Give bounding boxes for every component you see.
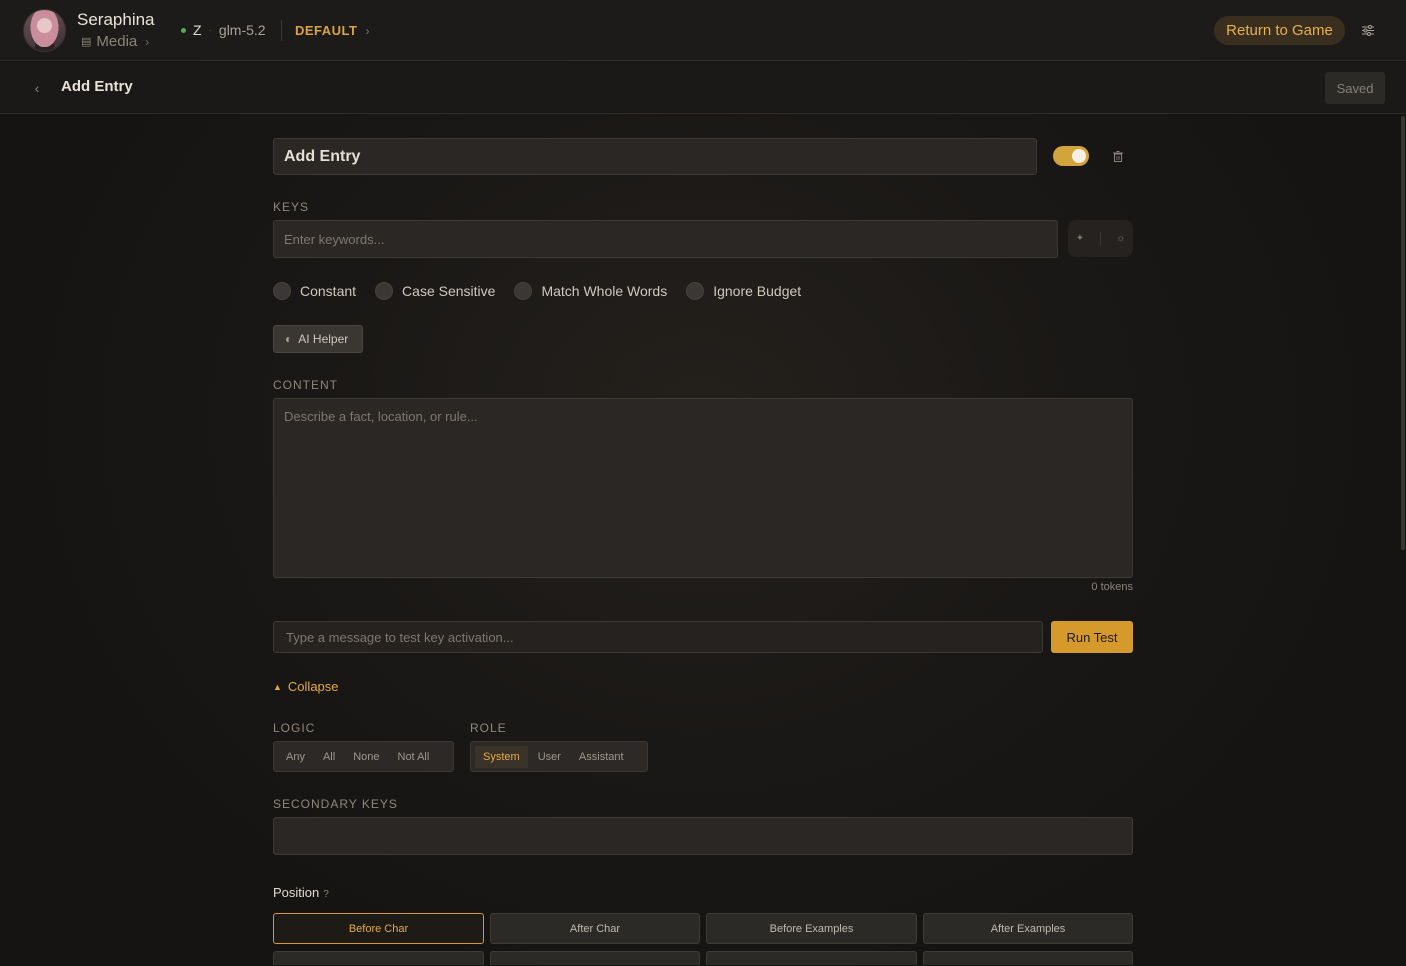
media-link[interactable]: ▤ Media ›	[81, 33, 149, 50]
return-to-game-button[interactable]: Return to Game	[1214, 16, 1345, 45]
logic-label: LOGIC	[273, 721, 316, 735]
page-title: Add Entry	[61, 78, 133, 95]
option-match-whole-words[interactable]: Match Whole Words	[514, 282, 667, 300]
scrollbar[interactable]	[1401, 116, 1405, 550]
role-option[interactable]: System	[475, 745, 528, 768]
secondary-keys-input[interactable]	[273, 817, 1133, 855]
position-before-char[interactable]: Before Char	[273, 913, 484, 944]
ai-helper-label: AI Helper	[298, 332, 349, 346]
chevron-right-icon: ›	[365, 23, 370, 38]
position-outlet[interactable]	[923, 951, 1133, 965]
media-label: Media	[96, 33, 138, 50]
content-label: CONTENT	[273, 378, 338, 392]
collapse-toggle[interactable]: ▲ Collapse	[273, 679, 339, 694]
position-at-depth[interactable]	[706, 951, 917, 965]
logic-selector: Any All None Not All	[273, 741, 454, 772]
position-before-examples[interactable]: Before Examples	[706, 913, 917, 944]
checkbox[interactable]	[686, 282, 705, 300]
position-after-char[interactable]: After Char	[490, 913, 700, 944]
divider	[1099, 231, 1101, 246]
option-ignore-budget[interactable]: Ignore Budget	[686, 282, 801, 300]
model-name: glm-5.2	[218, 22, 266, 38]
sun-icon[interactable]: ☼	[1116, 233, 1125, 244]
media-icon: ▤	[81, 36, 92, 48]
option-label: Case Sensitive	[402, 283, 496, 299]
run-test-button[interactable]: Run Test	[1051, 621, 1133, 653]
help-icon[interactable]: ?	[323, 889, 329, 900]
logic-option[interactable]: None	[345, 746, 387, 768]
enabled-toggle[interactable]	[1053, 146, 1089, 166]
logic-option[interactable]: All	[315, 746, 343, 768]
token-count: 0 tokens	[1091, 581, 1133, 593]
saved-button[interactable]: Saved	[1325, 72, 1385, 104]
provider-selector[interactable]: Z · glm-5.2	[181, 22, 266, 38]
back-chevron-icon[interactable]: ‹	[30, 78, 44, 98]
role-selector: System User Assistant	[470, 741, 648, 772]
option-case-sensitive[interactable]: Case Sensitive	[375, 282, 495, 300]
ai-helper-button[interactable]: ◐ AI Helper	[273, 325, 363, 353]
content-textarea[interactable]	[273, 398, 1133, 578]
preset-selector[interactable]: DEFAULT ›	[295, 23, 370, 38]
option-label: Constant	[300, 283, 357, 299]
checkbox[interactable]	[273, 282, 291, 300]
test-message-input[interactable]	[273, 621, 1043, 653]
option-constant[interactable]: Constant	[273, 282, 356, 300]
secondary-keys-label: SECONDARY KEYS	[273, 797, 398, 811]
preset-label: DEFAULT	[295, 23, 358, 38]
brain-icon: ◐	[285, 332, 293, 346]
trash-icon[interactable]	[1111, 148, 1125, 164]
sub-header: ‹ Add Entry Saved	[0, 62, 1406, 114]
option-label: Ignore Budget	[713, 283, 802, 299]
character-name[interactable]: Seraphina	[77, 10, 155, 30]
role-label: ROLE	[470, 721, 507, 735]
keys-input[interactable]	[273, 220, 1058, 258]
magic-wand-icon[interactable]: ✦	[1076, 233, 1084, 244]
role-option[interactable]: Assistant	[571, 746, 632, 768]
provider-name: Z	[193, 22, 202, 38]
option-label: Match Whole Words	[541, 283, 668, 299]
keys-label: KEYS	[273, 200, 310, 214]
entry-editor: KEYS ✦ ☼ Constant Case Sensitive Match W…	[273, 114, 1133, 966]
sliders-icon[interactable]	[1357, 20, 1378, 41]
logic-option[interactable]: Not All	[390, 746, 438, 768]
match-options: Constant Case Sensitive Match Whole Word…	[273, 282, 820, 300]
position-title: Position	[273, 885, 320, 900]
chevron-right-icon: ›	[145, 34, 150, 49]
separator-dot: ·	[208, 24, 212, 36]
position-bottom-an[interactable]	[490, 951, 700, 965]
top-bar: Seraphina ▤ Media › Z · glm-5.2 DEFAULT …	[0, 0, 1406, 61]
status-online-icon	[181, 27, 186, 33]
position-top-an[interactable]	[273, 951, 484, 965]
keys-tools: ✦ ☼	[1068, 220, 1133, 257]
character-avatar[interactable]	[23, 9, 66, 52]
position-after-examples[interactable]: After Examples	[923, 913, 1133, 944]
checkbox[interactable]	[514, 282, 533, 300]
collapse-label: Collapse	[287, 679, 339, 694]
position-label: Position ?	[273, 885, 329, 900]
entry-name-input[interactable]	[273, 138, 1037, 175]
triangle-up-icon: ▲	[273, 681, 282, 692]
logic-option[interactable]: Any	[278, 746, 313, 768]
checkbox[interactable]	[375, 282, 394, 300]
role-option[interactable]: User	[530, 746, 569, 768]
divider	[281, 20, 282, 41]
